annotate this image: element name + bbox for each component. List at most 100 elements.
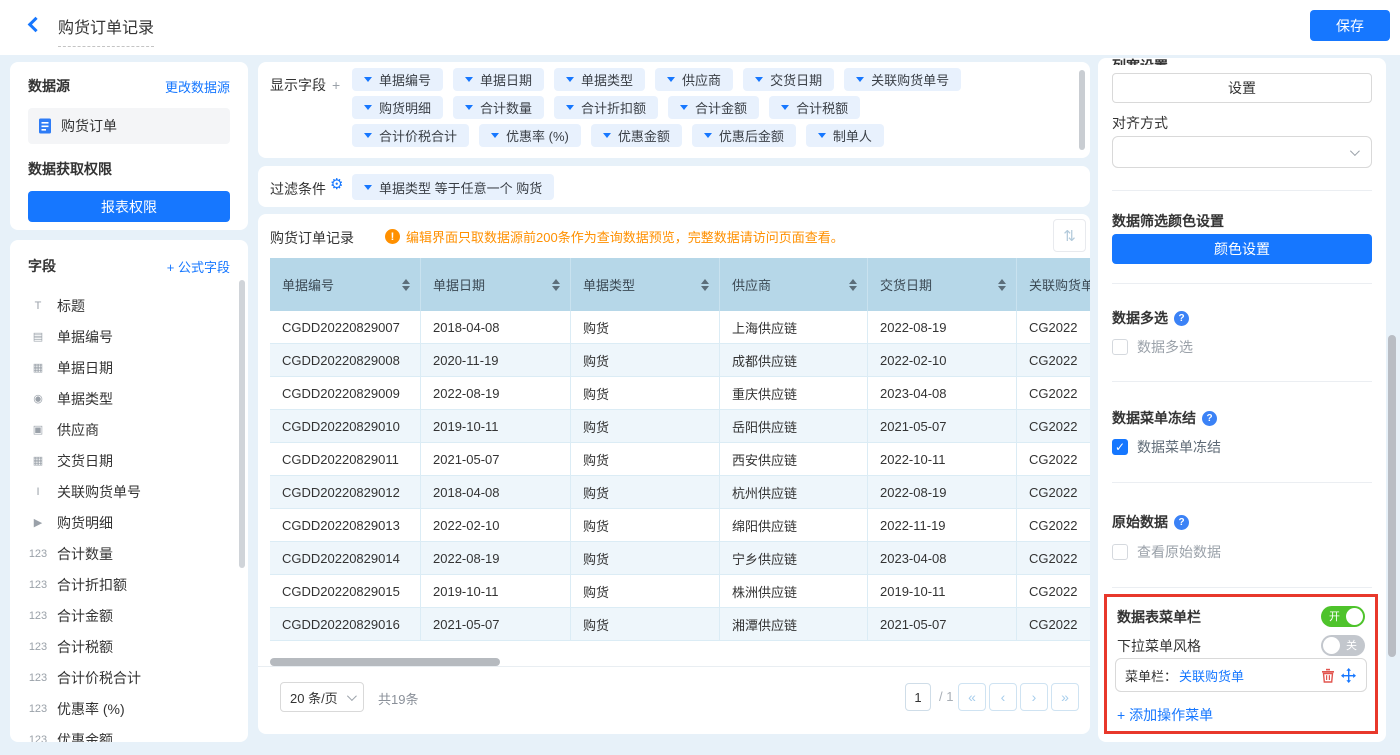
- sort-order-button[interactable]: ⇅: [1053, 219, 1086, 252]
- page-number-input[interactable]: 1: [905, 683, 931, 711]
- table-row[interactable]: CGDD202208290152019-10-11购货株洲供应链2019-10-…: [270, 575, 1090, 608]
- add-display-field-button[interactable]: +: [332, 77, 340, 93]
- table-row[interactable]: CGDD202208290122018-04-08购货杭州供应链2022-08-…: [270, 476, 1090, 509]
- display-field-chip[interactable]: 交货日期: [743, 68, 834, 91]
- table-cell: 宁乡供应链: [720, 542, 868, 574]
- multi-select-checkbox[interactable]: 数据多选: [1112, 337, 1193, 357]
- table-row[interactable]: CGDD202208290092022-08-19购货重庆供应链2023-04-…: [270, 377, 1090, 410]
- display-field-chip[interactable]: 合计数量: [453, 96, 544, 119]
- gear-icon[interactable]: ⚙: [330, 177, 343, 192]
- display-field-chip[interactable]: 单据日期: [453, 68, 544, 91]
- display-field-chip[interactable]: 单据类型: [554, 68, 645, 91]
- display-field-chip[interactable]: 优惠后金额: [692, 124, 796, 147]
- field-item[interactable]: 123合计数量: [28, 538, 230, 569]
- column-header[interactable]: 单据编号: [270, 258, 421, 311]
- display-field-chip[interactable]: 合计折扣额: [554, 96, 658, 119]
- column-header[interactable]: 单据日期: [421, 258, 571, 311]
- display-field-chip[interactable]: 单据编号: [352, 68, 443, 91]
- display-field-chip[interactable]: 合计税额: [769, 96, 860, 119]
- report-permission-button[interactable]: 报表权限: [28, 191, 230, 222]
- table-cell: 购货: [571, 542, 720, 574]
- divider: [1112, 283, 1372, 284]
- display-field-chip[interactable]: 优惠金额: [591, 124, 682, 147]
- field-item[interactable]: ◉单据类型: [28, 383, 230, 414]
- table-row[interactable]: CGDD202208290082020-11-19购货成都供应链2022-02-…: [270, 344, 1090, 377]
- display-field-chip[interactable]: 优惠率 (%): [479, 124, 581, 147]
- datasource-item[interactable]: 购货订单: [28, 108, 230, 144]
- table-row[interactable]: CGDD202208290072018-04-08购货上海供应链2022-08-…: [270, 311, 1090, 344]
- help-icon[interactable]: ?: [1202, 411, 1217, 426]
- table-cell: 2022-08-19: [868, 476, 1017, 508]
- text-icon: I: [28, 486, 48, 498]
- menu-freeze-checkbox[interactable]: ✓ 数据菜单冻结: [1112, 437, 1221, 457]
- display-field-chip[interactable]: 购货明细: [352, 96, 443, 119]
- sort-arrows-icon[interactable]: [402, 279, 410, 291]
- page-size-select[interactable]: 20 条/页: [280, 682, 364, 712]
- sort-arrows-icon[interactable]: [849, 279, 857, 291]
- align-select[interactable]: [1112, 136, 1372, 168]
- raw-data-checkbox[interactable]: 查看原始数据: [1112, 542, 1221, 562]
- fields-scrollbar[interactable]: [239, 280, 245, 568]
- change-datasource-link[interactable]: 更改数据源: [165, 77, 230, 96]
- warning-text: 编辑界面只取数据源前200条作为查询数据预览，完整数据请访问页面查看。: [406, 227, 844, 246]
- add-formula-field-link[interactable]: + 公式字段: [167, 257, 230, 276]
- field-item[interactable]: ▣供应商: [28, 414, 230, 445]
- table-row[interactable]: CGDD202208290102019-10-11购货岳阳供应链2021-05-…: [270, 410, 1090, 443]
- table-row[interactable]: CGDD202208290132022-02-10购货绵阳供应链2022-11-…: [270, 509, 1090, 542]
- first-page-button[interactable]: «: [958, 683, 986, 711]
- data-table: 单据编号单据日期单据类型供应商交货日期 关联购货单号 CGDD2022082900…: [270, 258, 1090, 654]
- horizontal-scrollbar[interactable]: [270, 658, 500, 666]
- display-field-chip[interactable]: 关联购货单号: [844, 68, 961, 91]
- table-row[interactable]: CGDD202208290162021-05-07购货湘潭供应链2021-05-…: [270, 608, 1090, 641]
- display-field-chip[interactable]: 合计价税合计: [352, 124, 469, 147]
- save-button[interactable]: 保存: [1310, 10, 1390, 41]
- column-header[interactable]: 交货日期: [868, 258, 1017, 311]
- table-row[interactable]: CGDD202208290112021-05-07购货西安供应链2022-10-…: [270, 443, 1090, 476]
- field-item[interactable]: 123优惠金额: [28, 724, 230, 742]
- field-item[interactable]: 123合计金额: [28, 600, 230, 631]
- column-header[interactable]: 关联购货单号: [1017, 258, 1090, 311]
- chip-label: 优惠金额: [618, 126, 670, 145]
- fields-title: 字段: [28, 256, 56, 276]
- help-icon[interactable]: ?: [1174, 515, 1189, 530]
- menu-freeze-title: 数据菜单冻结 ?: [1112, 408, 1217, 428]
- setup-button[interactable]: 设置: [1112, 73, 1372, 103]
- menu-bar-toggle[interactable]: 开: [1321, 606, 1365, 627]
- back-icon[interactable]: [28, 17, 44, 33]
- field-item[interactable]: 123合计折扣额: [28, 569, 230, 600]
- last-page-button[interactable]: »: [1051, 683, 1079, 711]
- field-item[interactable]: 123合计价税合计: [28, 662, 230, 693]
- table-cell: 购货: [571, 443, 720, 475]
- field-item[interactable]: 123优惠率 (%): [28, 693, 230, 724]
- display-field-chip[interactable]: 供应商: [655, 68, 733, 91]
- field-item[interactable]: 123合计税额: [28, 631, 230, 662]
- prev-page-button[interactable]: ‹: [989, 683, 1017, 711]
- field-item[interactable]: ▦单据日期: [28, 352, 230, 383]
- filter-condition-chip[interactable]: 单据类型 等于任意一个 购货: [352, 174, 554, 200]
- display-fields-scrollbar[interactable]: [1079, 70, 1085, 150]
- display-field-chip[interactable]: 制单人: [806, 124, 884, 147]
- display-field-chip[interactable]: 合计金额: [668, 96, 759, 119]
- field-item[interactable]: I关联购货单号: [28, 476, 230, 507]
- column-header-label: 交货日期: [880, 275, 932, 294]
- window-scrollbar[interactable]: [1388, 335, 1396, 657]
- next-page-button[interactable]: ›: [1020, 683, 1048, 711]
- field-item[interactable]: ▦交货日期: [28, 445, 230, 476]
- trash-icon[interactable]: [1319, 666, 1337, 684]
- add-action-menu-link[interactable]: + 添加操作菜单: [1117, 705, 1213, 725]
- dropdown-style-toggle[interactable]: 关: [1321, 635, 1365, 656]
- column-header[interactable]: 供应商: [720, 258, 868, 311]
- field-item[interactable]: T标题: [28, 290, 230, 321]
- table-row[interactable]: CGDD202208290142022-08-19购货宁乡供应链2023-04-…: [270, 542, 1090, 575]
- sort-arrows-icon[interactable]: [998, 279, 1006, 291]
- help-icon[interactable]: ?: [1174, 311, 1189, 326]
- menu-item-link[interactable]: 关联购货单: [1179, 666, 1317, 685]
- color-setup-button[interactable]: 颜色设置: [1112, 234, 1372, 264]
- field-item[interactable]: ▤单据编号: [28, 321, 230, 352]
- table-cell: 2022-08-19: [868, 311, 1017, 343]
- column-header[interactable]: 单据类型: [571, 258, 720, 311]
- move-icon[interactable]: [1339, 666, 1357, 684]
- sort-arrows-icon[interactable]: [701, 279, 709, 291]
- field-item[interactable]: ▶购货明细: [28, 507, 230, 538]
- sort-arrows-icon[interactable]: [552, 279, 560, 291]
